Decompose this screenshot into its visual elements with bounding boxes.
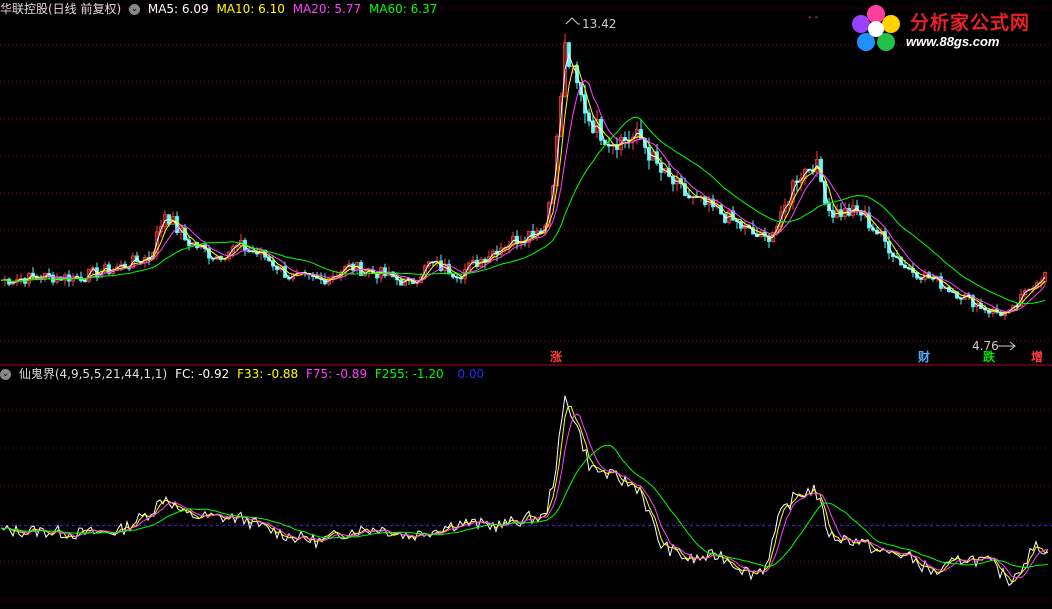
f33-value: F33: -0.88 — [237, 367, 299, 381]
candlesticks — [3, 33, 1047, 320]
ma60-line — [0, 116, 1046, 305]
ma20-value: MA20: 5.77 — [292, 2, 362, 16]
f75-value: F75: -0.89 — [306, 367, 368, 381]
site-logo: 分析家公式网 www.88gs.com — [848, 2, 1048, 58]
title-dots: - - — [808, 12, 819, 23]
moving-averages — [0, 52, 1046, 315]
ma10-value: MA10: 6.10 — [216, 2, 285, 16]
signal-cai: 财 — [918, 350, 931, 364]
ma5-line — [0, 52, 1046, 315]
indicator-settings-icon[interactable]: ⌄ — [0, 369, 11, 380]
high-label: 13.42 — [582, 17, 616, 31]
settings-toggle-icon[interactable]: ⌄ — [129, 4, 141, 15]
f33-line — [0, 405, 1049, 583]
logo-title: 分析家公式网 — [910, 12, 1031, 34]
flower-icon — [852, 5, 900, 51]
chart-canvas: 13.42 4.76 — [0, 7, 1052, 601]
ma60-value: MA60: 6.37 — [368, 2, 438, 16]
ma20-line — [0, 79, 1046, 313]
price-grid — [0, 7, 1052, 601]
logo-url: www.88gs.com — [906, 34, 1000, 49]
signal-zeng: 增 — [1031, 350, 1044, 364]
indicator-header: ⌄ 仙鬼界(4,9,5,5,21,44,1,1) FC: -0.92 F33: … — [0, 367, 488, 381]
main-chart-header: 华联控股(日线 前复权) ⌄ MA5: 6.09 MA10: 6.10 MA20… — [0, 2, 441, 16]
f75-line — [0, 413, 1049, 579]
ma10-line — [0, 63, 1046, 314]
f255-line — [0, 444, 1049, 569]
signal-zhang: 涨 — [550, 350, 563, 364]
price-annotations: 13.42 4.76 — [565, 17, 1016, 353]
extra-value: 0.00 — [457, 367, 485, 381]
fc-value: FC: -0.92 — [175, 367, 230, 381]
signal-die: 跌 — [983, 350, 996, 364]
stock-title: 华联控股(日线 前复权) — [0, 2, 122, 16]
ma5-value: MA5: 6.09 — [147, 2, 209, 16]
indicator-title: 仙鬼界(4,9,5,5,21,44,1,1) — [18, 367, 168, 381]
f255-value: F255: -1.20 — [374, 367, 444, 381]
indicator-lines — [0, 395, 1049, 587]
fc-line — [0, 395, 1049, 587]
